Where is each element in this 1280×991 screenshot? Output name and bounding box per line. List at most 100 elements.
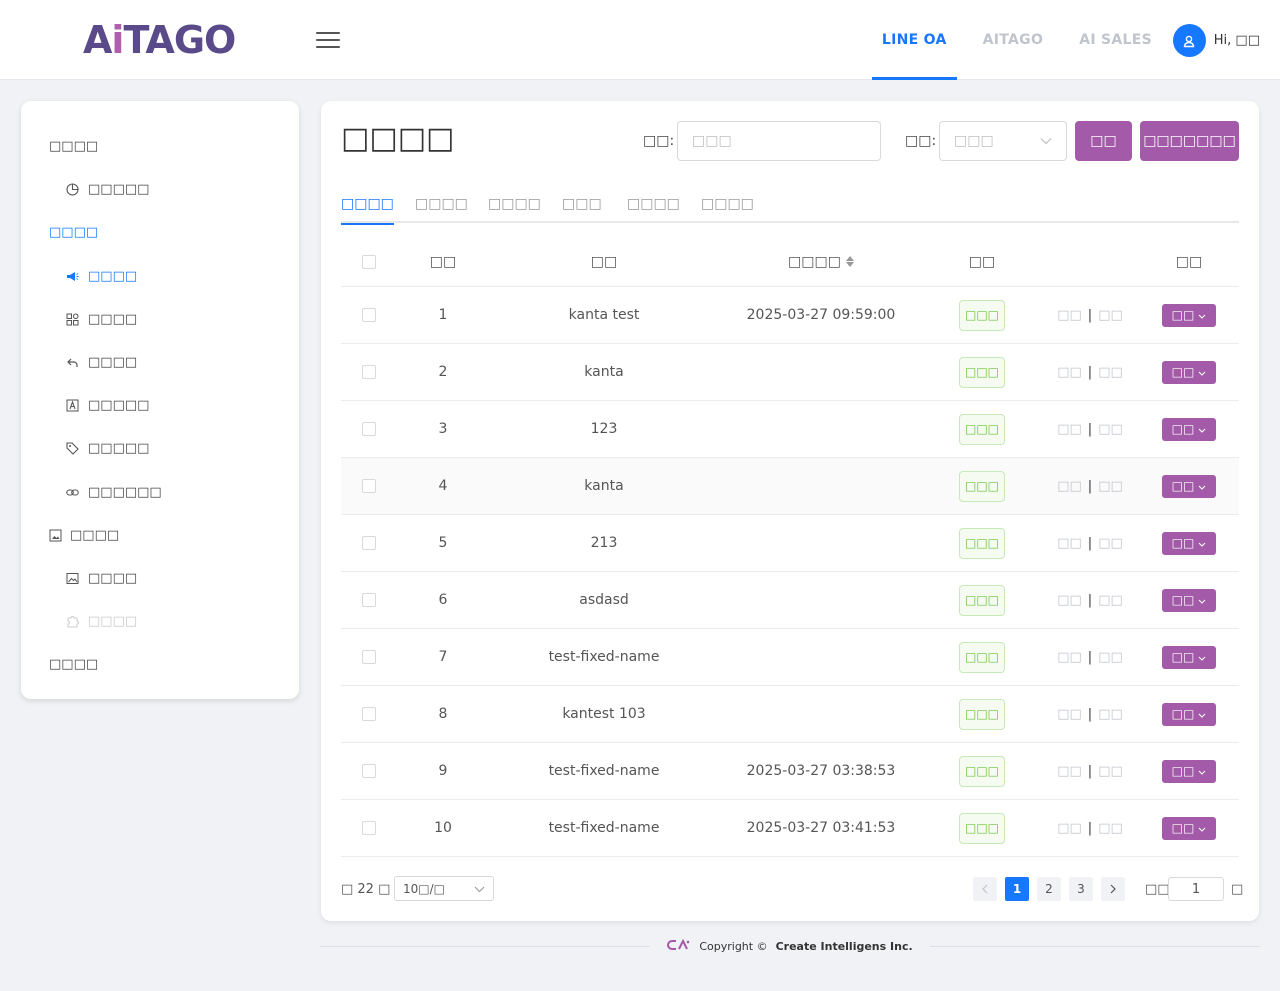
row-checkbox[interactable] xyxy=(362,650,376,664)
row-op-dropdown-button[interactable]: □□ xyxy=(1162,531,1216,555)
sort-icon[interactable] xyxy=(845,256,854,267)
table-row[interactable]: 9 test-fixed-name 2025-03-27 03:38:53 □□□ □□… xyxy=(341,743,1239,800)
row-action-2[interactable]: □□ xyxy=(1098,479,1123,494)
row-action-1[interactable]: □□ xyxy=(1057,422,1082,437)
sidebar-item-broadcast[interactable]: □□□□ xyxy=(65,269,137,284)
tab-5[interactable]: □□□□ xyxy=(627,193,680,223)
row-action-1[interactable]: □□ xyxy=(1057,764,1082,779)
sidebar-item-images[interactable]: □□□□ xyxy=(65,571,137,586)
apps-icon xyxy=(65,313,79,327)
row-send-time xyxy=(721,686,921,742)
user-greeting: Hi, □□ xyxy=(1213,33,1260,48)
sidebar-item-modules[interactable]: □□□□ xyxy=(65,312,137,327)
row-action-1[interactable]: □□ xyxy=(1057,365,1082,380)
aitago-logo[interactable]: Ai TAGO xyxy=(83,18,236,62)
user-avatar-icon[interactable] xyxy=(1172,24,1206,57)
tab-2[interactable]: □□□□ xyxy=(415,193,468,223)
row-op-dropdown-button[interactable]: □□ xyxy=(1162,645,1216,669)
name-search-input[interactable] xyxy=(677,121,881,161)
row-action-2[interactable]: □□ xyxy=(1098,422,1123,437)
col-send-time[interactable]: □□□□ xyxy=(721,237,921,286)
table-row[interactable]: 3 123 □□□ □□ | □□ □□ xyxy=(341,401,1239,458)
row-checkbox[interactable] xyxy=(362,707,376,721)
tab-6[interactable]: □□□□ xyxy=(701,193,754,223)
row-action-2[interactable]: □□ xyxy=(1098,650,1123,665)
row-checkbox[interactable] xyxy=(362,365,376,379)
create-button[interactable]: □□□□□□□ xyxy=(1140,121,1239,161)
row-action-2[interactable]: □□ xyxy=(1098,764,1123,779)
tab-3[interactable]: □□□□ xyxy=(488,193,541,223)
col-index: □□ xyxy=(429,253,457,270)
sidebar-group-2[interactable]: □□□□ xyxy=(49,225,98,240)
page-1[interactable]: 1 xyxy=(1005,877,1029,901)
row-action-2[interactable]: □□ xyxy=(1098,593,1123,608)
table-row[interactable]: 1 kanta test 2025-03-27 09:59:00 □□□ □□ | □□ □□ xyxy=(341,287,1239,344)
row-action-2[interactable]: □□ xyxy=(1098,707,1123,722)
row-action-2[interactable]: □□ xyxy=(1098,536,1123,551)
row-op-dropdown-button[interactable]: □□ xyxy=(1162,303,1216,327)
row-send-time xyxy=(721,401,921,457)
sidebar-group-3[interactable]: □□□□ xyxy=(49,528,119,543)
prev-page-button[interactable] xyxy=(973,877,997,901)
status-select[interactable]: □□□ xyxy=(939,121,1067,161)
sidebar-item-richmenu[interactable]: □□□□□ xyxy=(65,398,149,413)
row-op-dropdown-button[interactable]: □□ xyxy=(1162,360,1216,384)
table-row[interactable]: 5 213 □□□ □□ | □□ □□ xyxy=(341,515,1239,572)
table-row[interactable]: 2 kanta □□□ □□ | □□ □□ xyxy=(341,344,1239,401)
row-op-dropdown-button[interactable]: □□ xyxy=(1162,588,1216,612)
status-badge: □□□ xyxy=(959,641,1005,673)
row-checkbox[interactable] xyxy=(362,536,376,550)
row-action-2[interactable]: □□ xyxy=(1098,821,1123,836)
row-action-1[interactable]: □□ xyxy=(1057,536,1082,551)
row-checkbox[interactable] xyxy=(362,821,376,835)
row-checkbox[interactable] xyxy=(362,479,376,493)
row-action-1[interactable]: □□ xyxy=(1057,821,1082,836)
page-size-select[interactable]: 10□/□ xyxy=(394,876,494,901)
user-menu[interactable]: Hi, □□ xyxy=(1172,24,1260,57)
row-checkbox[interactable] xyxy=(362,422,376,436)
action-separator: | xyxy=(1087,706,1093,722)
table-row[interactable]: 7 test-fixed-name □□□ □□ | □□ □□ xyxy=(341,629,1239,686)
row-checkbox[interactable] xyxy=(362,308,376,322)
table-row[interactable]: 4 kanta □□□ □□ | □□ □□ xyxy=(341,458,1239,515)
row-action-1[interactable]: □□ xyxy=(1057,308,1082,323)
row-checkbox[interactable] xyxy=(362,593,376,607)
page-2[interactable]: 2 xyxy=(1037,877,1061,901)
nav-ai-sales[interactable]: AI SALES xyxy=(1061,0,1170,80)
sidebar-group-4[interactable]: □□□□ xyxy=(49,657,98,672)
row-op-dropdown-button[interactable]: □□ xyxy=(1162,816,1216,840)
row-action-1[interactable]: □□ xyxy=(1057,593,1082,608)
tab-1[interactable]: □□□□ xyxy=(341,193,394,225)
sidebar-item-links[interactable]: □□□□□□ xyxy=(65,485,162,500)
sidebar-item-tags[interactable]: □□□□□ xyxy=(65,441,149,456)
top-nav: LINE OA AITAGO AI SALES xyxy=(864,0,1170,80)
table-row[interactable]: 10 test-fixed-name 2025-03-27 03:41:53 □□□ □… xyxy=(341,800,1239,857)
menu-toggle-icon[interactable] xyxy=(316,32,340,48)
row-name: 213 xyxy=(590,535,618,551)
sidebar-item-dashboard[interactable]: □□□□□ xyxy=(65,182,149,197)
row-op-dropdown-button[interactable]: □□ xyxy=(1162,759,1216,783)
status-badge: □□□ xyxy=(959,698,1005,730)
table-row[interactable]: 8 kantest 103 □□□ □□ | □□ □□ xyxy=(341,686,1239,743)
sidebar-item-reply[interactable]: □□□□ xyxy=(65,355,137,370)
row-op-dropdown-button[interactable]: □□ xyxy=(1162,702,1216,726)
row-op-dropdown-button[interactable]: □□ xyxy=(1162,417,1216,441)
row-op-dropdown-button[interactable]: □□ xyxy=(1162,474,1216,498)
table-row[interactable]: 6 asdasd □□□ □□ | □□ □□ xyxy=(341,572,1239,629)
search-button[interactable]: □□ xyxy=(1075,121,1132,161)
page-3[interactable]: 3 xyxy=(1069,877,1093,901)
row-action-2[interactable]: □□ xyxy=(1098,365,1123,380)
select-all-checkbox[interactable] xyxy=(362,254,376,269)
row-action-1[interactable]: □□ xyxy=(1057,707,1082,722)
row-action-2[interactable]: □□ xyxy=(1098,308,1123,323)
row-action-1[interactable]: □□ xyxy=(1057,479,1082,494)
nav-aitago[interactable]: AITAGO xyxy=(965,0,1062,80)
nav-line-oa[interactable]: LINE OA xyxy=(864,0,965,80)
sidebar-group-1[interactable]: □□□□ xyxy=(49,139,98,154)
reply-icon xyxy=(65,356,79,370)
next-page-button[interactable] xyxy=(1101,877,1125,901)
goto-page-input[interactable] xyxy=(1168,877,1224,901)
row-checkbox[interactable] xyxy=(362,764,376,778)
row-action-1[interactable]: □□ xyxy=(1057,650,1082,665)
tab-4[interactable]: □□□ xyxy=(562,193,602,223)
